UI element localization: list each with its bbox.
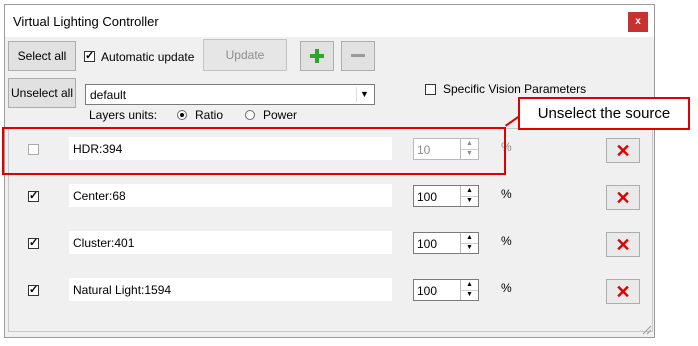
layer-value-stepper[interactable]: 100 ▲ ▼ (413, 185, 479, 207)
layer-row: ✓ Center:68 100 ▲ ▼ % ✕ (13, 178, 653, 222)
annotation-highlight-box (2, 127, 506, 175)
power-label: Power (263, 108, 298, 122)
ratio-label: Ratio (195, 108, 224, 122)
layer-checkbox[interactable]: ✓ (28, 285, 39, 296)
layer-name-field[interactable]: Center:68 (69, 184, 392, 207)
layer-unit: % (501, 187, 512, 201)
layer-value-stepper[interactable]: 100 ▲ ▼ (413, 232, 479, 254)
delete-x-icon: ✕ (615, 141, 631, 161)
layer-value-stepper[interactable]: 100 ▲ ▼ (413, 279, 479, 301)
layer-unit: % (501, 281, 512, 295)
preset-value: default (90, 88, 127, 102)
arrow-down-icon[interactable]: ▼ (461, 196, 478, 206)
stepper-arrows: ▲ ▼ (460, 233, 478, 253)
layers-units-label: Layers units: (89, 108, 158, 122)
layer-name: Natural Light:1594 (73, 283, 172, 297)
remove-layer-button[interactable] (341, 41, 375, 71)
resize-grip-icon[interactable] (642, 325, 652, 335)
chevron-down-icon: ▼ (356, 87, 372, 102)
delete-layer-button[interactable]: ✕ (606, 279, 640, 304)
add-layer-button[interactable] (300, 41, 334, 71)
arrow-down-icon[interactable]: ▼ (461, 243, 478, 253)
stepper-arrows: ▲ ▼ (460, 280, 478, 300)
layer-value: 100 (417, 190, 438, 204)
preset-dropdown[interactable]: default ▼ (85, 84, 375, 105)
layer-row: ✓ Natural Light:1594 100 ▲ ▼ % ✕ (13, 272, 653, 316)
layer-row: ✓ Cluster:401 100 ▲ ▼ % ✕ (13, 225, 653, 269)
specific-vision-label: Specific Vision Parameters (443, 82, 587, 96)
delete-x-icon: ✕ (615, 188, 631, 208)
window-title: Virtual Lighting Controller (13, 14, 159, 29)
arrow-down-icon[interactable]: ▼ (461, 290, 478, 300)
layer-name-field[interactable]: Cluster:401 (69, 231, 392, 254)
annotation-callout: Unselect the source (518, 97, 690, 130)
layer-checkbox[interactable]: ✓ (28, 191, 39, 202)
select-all-button[interactable]: Select all (8, 41, 76, 71)
layer-value: 100 (417, 284, 438, 298)
delete-layer-button[interactable]: ✕ (606, 138, 640, 163)
delete-x-icon: ✕ (615, 282, 631, 302)
delete-x-icon: ✕ (615, 235, 631, 255)
specific-vision-checkbox[interactable] (425, 84, 436, 95)
layer-value: 100 (417, 237, 438, 251)
layer-name-field[interactable]: Natural Light:1594 (69, 278, 392, 301)
delete-layer-button[interactable]: ✕ (606, 232, 640, 257)
layer-checkbox[interactable]: ✓ (28, 238, 39, 249)
stepper-arrows: ▲ ▼ (460, 186, 478, 206)
power-radio[interactable] (245, 110, 255, 120)
layer-name: Center:68 (73, 189, 126, 203)
unselect-all-button[interactable]: Unselect all (8, 78, 76, 108)
update-button[interactable]: Update (203, 39, 287, 71)
automatic-update-label: Automatic update (101, 50, 195, 64)
ratio-radio[interactable] (177, 110, 187, 120)
title-bar: Virtual Lighting Controller x (5, 5, 654, 37)
automatic-update-checkbox[interactable]: ✓ (84, 51, 95, 62)
delete-layer-button[interactable]: ✕ (606, 185, 640, 210)
layer-name: Cluster:401 (73, 236, 135, 250)
layer-unit: % (501, 234, 512, 248)
close-button[interactable]: x (628, 12, 648, 32)
